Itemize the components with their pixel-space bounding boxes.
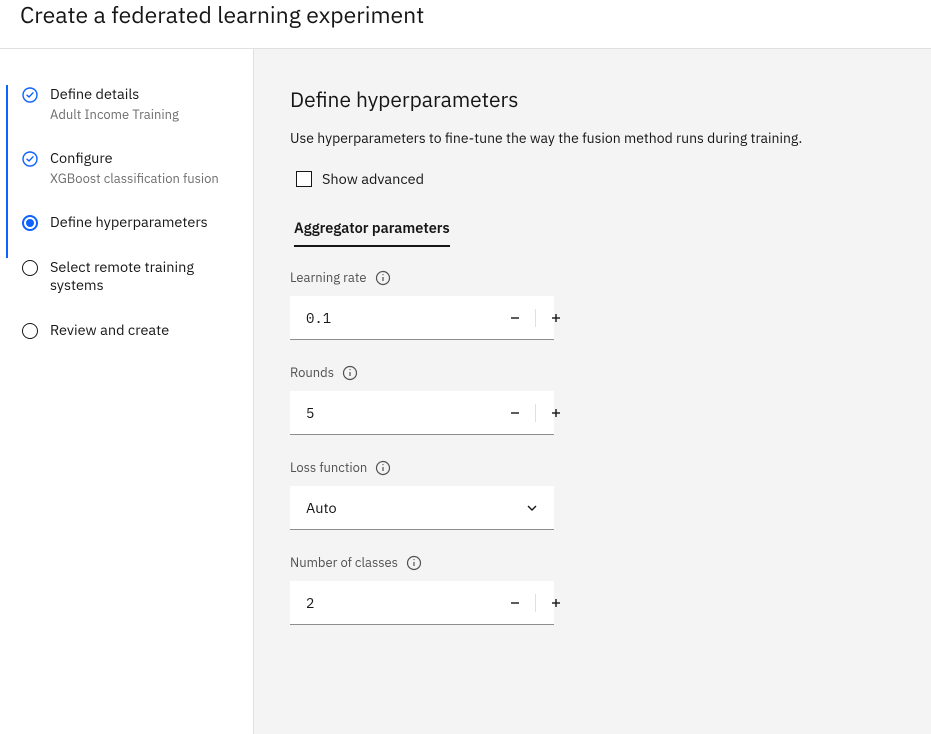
decrement-button[interactable] [495,296,535,339]
increment-button[interactable] [536,296,576,339]
page-title: Create a federated learning experiment [20,0,911,30]
main-panel: Define hyperparameters Use hyperparamete… [254,49,931,734]
field-label: Loss function [290,459,367,476]
field-number-of-classes: Number of classes [290,554,895,625]
stepper [495,391,576,434]
rounds-value[interactable] [290,391,495,434]
field-label: Rounds [290,364,334,381]
num-classes-value[interactable] [290,581,495,624]
field-learning-rate: Learning rate [290,269,895,340]
info-icon[interactable] [406,555,422,571]
decrement-button[interactable] [495,581,535,624]
circle-icon [22,260,38,276]
checkbox-icon [296,171,312,187]
current-step-icon [22,215,38,231]
wizard-sidebar: Define details Adult Income Training Con… [0,49,254,734]
wizard-steps: Define details Adult Income Training Con… [0,85,253,366]
show-advanced-checkbox[interactable]: Show advanced [290,169,895,188]
num-classes-input [290,581,554,625]
rounds-input [290,391,554,435]
tab-aggregator-parameters[interactable]: Aggregator parameters [294,218,450,247]
learning-rate-input [290,296,554,340]
select-value: Auto [306,498,337,517]
chevron-down-icon [524,500,540,516]
step-sublabel: XGBoost classification fusion [50,170,239,187]
step-define-details[interactable]: Define details Adult Income Training [6,85,253,149]
check-icon [22,151,38,167]
step-label: Review and create [50,321,239,340]
panel-description: Use hyperparameters to fine-tune the way… [290,129,895,147]
page-header: Create a federated learning experiment [0,0,931,49]
info-icon[interactable] [375,460,391,476]
circle-icon [22,323,38,339]
step-label: Define hyperparameters [50,213,239,232]
learning-rate-value[interactable] [290,296,495,339]
step-review-and-create[interactable]: Review and create [6,321,253,366]
field-loss-function: Loss function Auto [290,459,895,530]
step-label: Define details [50,85,239,104]
field-label: Number of classes [290,554,398,571]
field-label: Learning rate [290,269,367,286]
loss-function-select[interactable]: Auto [290,486,554,530]
step-label: Configure [50,149,239,168]
step-define-hyperparameters[interactable]: Define hyperparameters [6,213,253,258]
info-icon[interactable] [375,270,391,286]
stepper [495,581,576,624]
decrement-button[interactable] [495,391,535,434]
field-rounds: Rounds [290,364,895,435]
increment-button[interactable] [536,391,576,434]
checkbox-label: Show advanced [322,169,424,188]
info-icon[interactable] [342,365,358,381]
step-select-remote-training-systems[interactable]: Select remote training systems [6,258,253,322]
increment-button[interactable] [536,581,576,624]
stepper [495,296,576,339]
step-label: Select remote training systems [50,258,239,296]
step-sublabel: Adult Income Training [50,106,239,123]
panel-heading: Define hyperparameters [290,85,895,113]
step-configure[interactable]: Configure XGBoost classification fusion [6,149,253,213]
layout: Define details Adult Income Training Con… [0,49,931,734]
check-icon [22,87,38,103]
